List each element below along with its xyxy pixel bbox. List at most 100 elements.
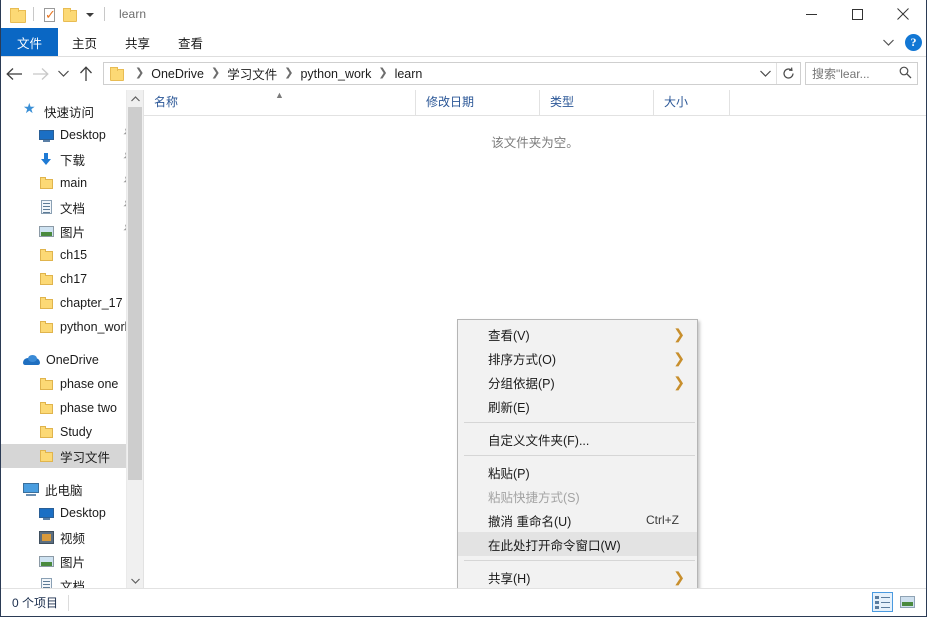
column-header-type[interactable]: 类型 <box>540 90 654 115</box>
menu-item-open-command-window[interactable]: 在此处打开命令窗口(W) <box>458 532 697 556</box>
search-icon[interactable] <box>899 66 912 84</box>
menu-item-undo-rename[interactable]: 撤消 重命名(U) Ctrl+Z <box>458 508 697 532</box>
large-icons-view-button[interactable] <box>897 592 918 612</box>
monitor-icon <box>39 128 54 143</box>
breadcrumb-item-onedrive[interactable]: OneDrive <box>149 67 206 81</box>
column-label: 类型 <box>550 95 574 109</box>
sort-ascending-icon: ▲ <box>275 91 284 100</box>
picture-icon <box>39 224 54 239</box>
sidebar-item-label: Desktop <box>60 128 106 142</box>
sidebar-item-phase-two[interactable]: phase two <box>1 396 143 420</box>
menu-item-label: 自定义文件夹(F)... <box>488 430 589 449</box>
chevron-down-icon[interactable] <box>127 572 143 589</box>
file-explorer-window: learn 文件 主页 共享 查看 ? <box>0 0 927 617</box>
sidebar-item-label: ch17 <box>60 272 87 286</box>
context-menu[interactable]: 查看(V) ❯ 排序方式(O) ❯ 分组依据(P) ❯ 刷新(E) 自定义文件夹… <box>457 319 698 617</box>
navigation-scrollbar[interactable] <box>126 90 143 589</box>
column-label: 名称 <box>154 95 178 109</box>
quick-access-toolbar: learn <box>1 6 146 23</box>
close-button[interactable] <box>880 0 926 28</box>
sidebar-item-label: 图片 <box>60 552 85 571</box>
sidebar-item-label: python_work <box>60 320 131 334</box>
breadcrumb[interactable]: ❯ OneDrive ❯ 学习文件 ❯ python_work ❯ learn <box>103 62 801 85</box>
menu-item-label: 粘贴快捷方式(S) <box>488 487 580 506</box>
back-button[interactable] <box>1 61 27 87</box>
chevron-down-icon[interactable] <box>754 63 776 84</box>
sidebar-section-onedrive[interactable]: OneDrive <box>1 348 143 372</box>
scrollbar-thumb[interactable] <box>128 107 142 480</box>
search-input[interactable]: 搜索"lear... <box>805 62 918 85</box>
folder-icon[interactable] <box>62 6 79 23</box>
status-bar: 0 个项目 <box>1 588 926 616</box>
menu-item-view[interactable]: 查看(V) ❯ <box>458 322 697 346</box>
recent-locations-button[interactable] <box>53 61 73 87</box>
sidebar-item-videos[interactable]: 视频 <box>1 525 143 549</box>
details-view-button[interactable] <box>872 592 893 612</box>
tab-file[interactable]: 文件 <box>1 28 58 56</box>
menu-item-label: 在此处打开命令窗口(W) <box>488 535 621 554</box>
sidebar-section-quick-access[interactable]: 快速访问 <box>1 99 143 123</box>
sidebar-item-main[interactable]: main <box>1 171 143 195</box>
sidebar-item-phase-one[interactable]: phase one <box>1 372 143 396</box>
sidebar-item-study-files[interactable]: 学习文件 <box>1 444 143 468</box>
up-button[interactable] <box>73 61 99 87</box>
menu-item-customize-folder[interactable]: 自定义文件夹(F)... <box>458 427 697 451</box>
refresh-icon[interactable] <box>776 63 799 84</box>
chevron-right-icon: ❯ <box>673 569 685 585</box>
sidebar-item-pc-pictures[interactable]: 图片 <box>1 549 143 573</box>
breadcrumb-item-learn[interactable]: learn <box>393 67 425 81</box>
sidebar-section-this-pc[interactable]: 此电脑 <box>1 477 143 501</box>
menu-item-paste[interactable]: 粘贴(P) <box>458 460 697 484</box>
sidebar-item-ch17[interactable]: ch17 <box>1 267 143 291</box>
menu-item-share[interactable]: 共享(H) ❯ <box>458 565 697 589</box>
chevron-down-icon[interactable] <box>877 31 899 53</box>
sidebar-item-python-work[interactable]: python_work <box>1 315 143 339</box>
help-button[interactable]: ? <box>905 34 922 51</box>
menu-separator <box>464 422 695 423</box>
sidebar-item-documents[interactable]: 文档 <box>1 195 143 219</box>
pc-icon <box>23 482 39 497</box>
menu-item-sort-by[interactable]: 排序方式(O) ❯ <box>458 346 697 370</box>
menu-item-shortcut: Ctrl+Z <box>646 513 679 527</box>
sidebar-item-label: 图片 <box>60 222 85 241</box>
breadcrumb-separator: ❯ <box>279 68 298 79</box>
sidebar-item-label: 文档 <box>60 576 85 590</box>
toolbar-divider <box>104 7 105 21</box>
tab-home[interactable]: 主页 <box>58 28 111 56</box>
forward-button[interactable] <box>27 61 53 87</box>
menu-separator <box>464 455 695 456</box>
minimize-button[interactable] <box>788 0 834 28</box>
tab-share[interactable]: 共享 <box>111 28 164 56</box>
tab-view[interactable]: 查看 <box>164 28 217 56</box>
sidebar-item-ch15[interactable]: ch15 <box>1 243 143 267</box>
sidebar-item-pc-desktop[interactable]: Desktop <box>1 501 143 525</box>
breadcrumb-item-study-files[interactable]: 学习文件 <box>225 64 279 83</box>
chevron-up-icon[interactable] <box>127 90 143 107</box>
column-header-date-modified[interactable]: 修改日期 <box>416 90 540 115</box>
sidebar-item-pc-documents[interactable]: 文档 <box>1 573 143 589</box>
menu-item-label: 查看(V) <box>488 325 530 344</box>
sidebar-item-study[interactable]: Study <box>1 420 143 444</box>
sidebar-item-chapter-17[interactable]: chapter_17 <box>1 291 143 315</box>
document-check-icon[interactable] <box>41 6 58 23</box>
menu-item-group-by[interactable]: 分组依据(P) ❯ <box>458 370 697 394</box>
spacer <box>1 90 143 99</box>
column-header-size[interactable]: 大小 <box>654 90 730 115</box>
large-icons-view-icon <box>900 596 915 608</box>
breadcrumb-item-python-work[interactable]: python_work <box>298 67 373 81</box>
folder-icon[interactable] <box>9 6 26 23</box>
maximize-button[interactable] <box>834 0 880 28</box>
menu-item-refresh[interactable]: 刷新(E) <box>458 394 697 418</box>
status-divider <box>68 595 69 611</box>
navigation-pane: 快速访问 Desktop 下载 <box>1 90 143 589</box>
breadcrumb-separator: ❯ <box>373 68 392 79</box>
chevron-right-icon: ❯ <box>673 350 685 366</box>
sidebar-item-pictures[interactable]: 图片 <box>1 219 143 243</box>
sidebar-item-desktop[interactable]: Desktop <box>1 123 143 147</box>
sidebar-item-label: ch15 <box>60 248 87 262</box>
folder-icon <box>109 65 126 82</box>
dropdown-arrow-icon[interactable] <box>83 6 97 23</box>
column-header-name[interactable]: ▲ 名称 <box>144 90 416 115</box>
spacer <box>1 339 143 348</box>
sidebar-item-downloads[interactable]: 下载 <box>1 147 143 171</box>
